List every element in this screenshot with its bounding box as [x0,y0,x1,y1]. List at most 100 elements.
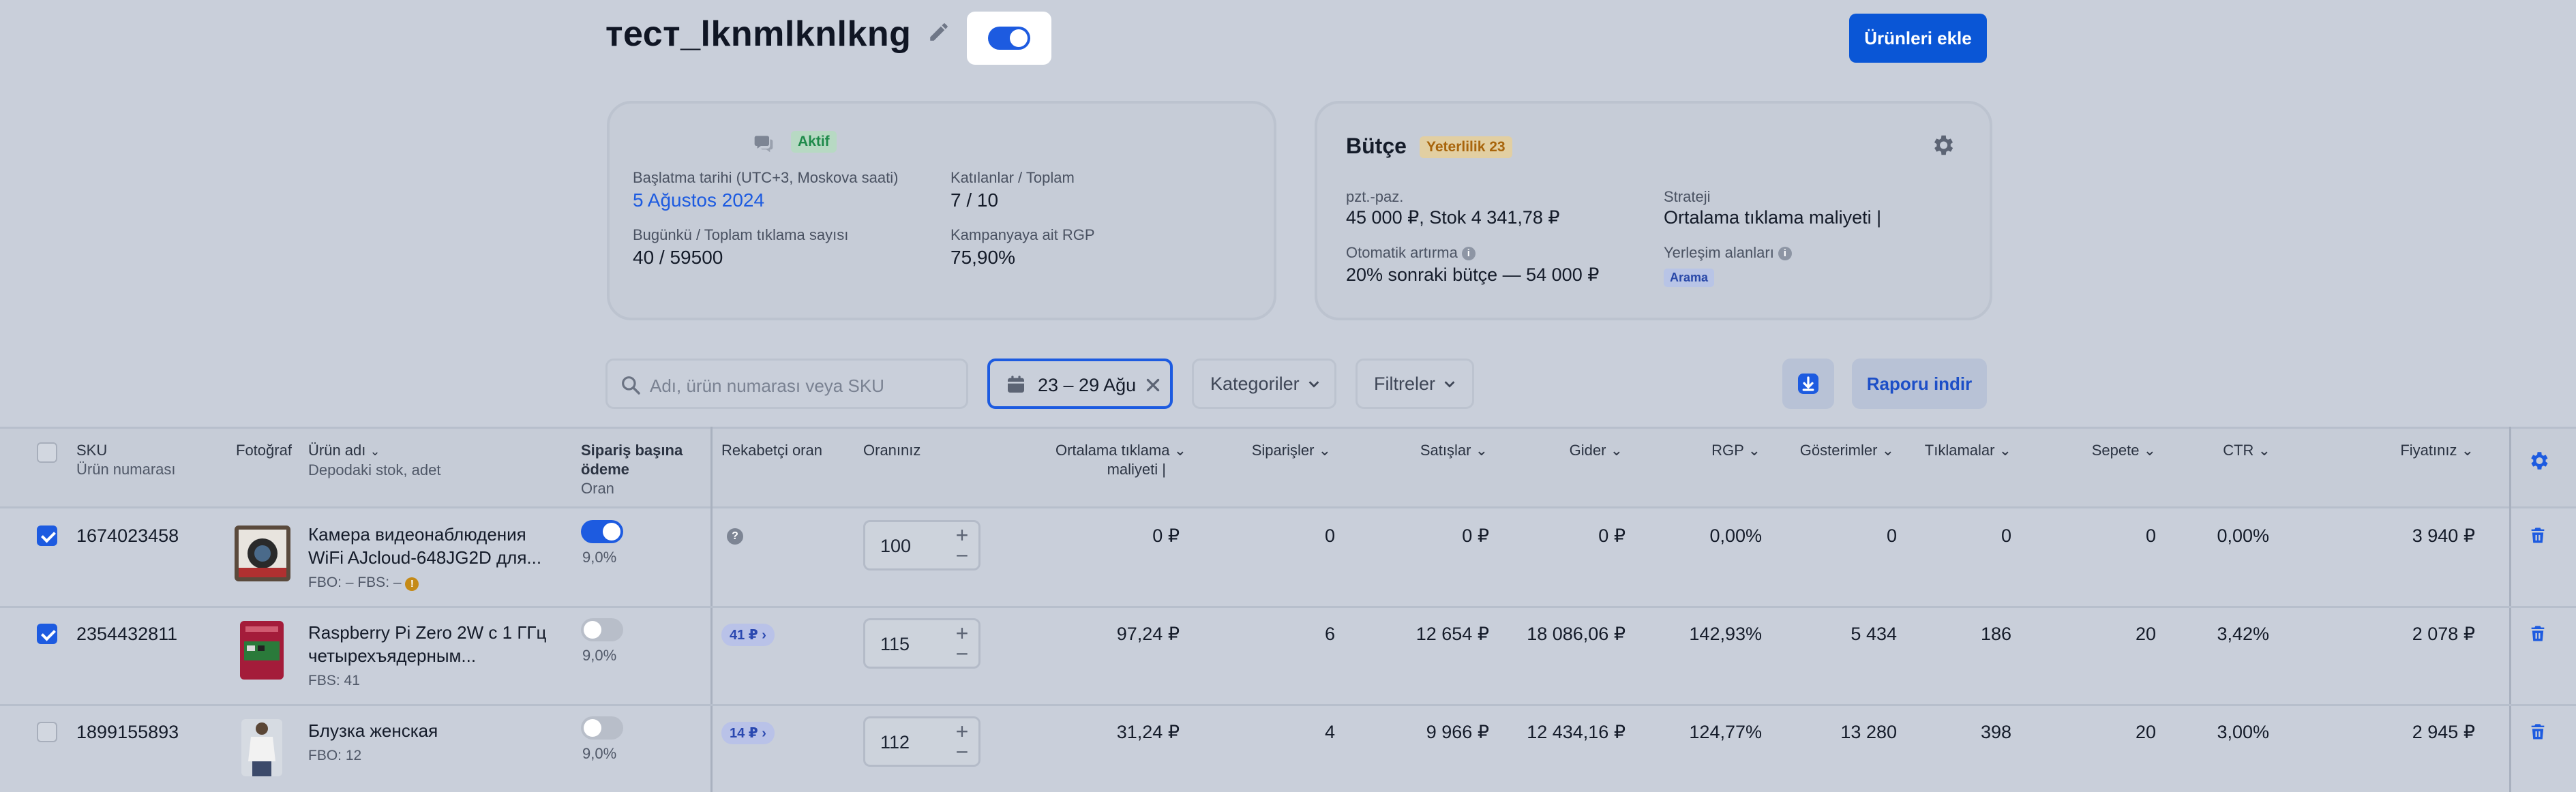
categories-dropdown[interactable]: Kategoriler [1192,359,1336,409]
date-range-picker[interactable]: 23 – 29 Ağu [987,359,1173,409]
pencil-icon[interactable] [927,20,950,44]
download-icon [1798,374,1818,394]
product-thumbnail[interactable] [241,719,282,776]
product-stock: FBO: 12 [308,748,362,763]
cart-value: 20 [2135,624,2156,644]
header-orders[interactable]: Siparişler ⌄ [1214,441,1331,460]
decrement-icon: − [955,543,969,568]
competitor-rate-badge[interactable]: 14 ₽ › [721,722,775,744]
header-product-name[interactable]: Ürün adı ⌄ Depodaki stok, adet [308,441,440,480]
campaign-rgp-label: Kampanyaya ait RGP [950,226,1095,243]
ctr-value: 0,00% [2217,526,2269,546]
impressions-value: 5 434 [1851,624,1897,644]
order-rate-percent: 9,0% [582,549,617,566]
clicks-value: 40 / 59500 [633,247,723,268]
row-checkbox[interactable] [37,624,57,644]
start-date-link[interactable]: 5 Ağustos 2024 [633,189,764,211]
clicks-value: 186 [1980,624,2011,644]
order-payment-toggle[interactable] [581,618,623,641]
header-expenses[interactable]: Gider ⌄ [1500,441,1623,460]
cart-value: 20 [2135,722,2156,742]
participants-label: Katılanlar / Toplam [950,169,1075,186]
trash-icon[interactable] [2528,526,2547,546]
download-report-button[interactable]: Raporu indir [1852,359,1987,409]
rate-stepper[interactable]: 112 + − [863,716,980,767]
row-checkbox[interactable] [37,722,57,742]
table-row: 1899155893 Блузка женская FBO: 12 9,0% 1… [0,707,2576,792]
categories-label: Kategoriler [1210,373,1300,394]
calendar-icon [1008,376,1024,393]
header-sku[interactable]: SKU Ürün numarası [76,441,176,479]
sales-value: 0 ₽ [1462,526,1489,546]
trash-icon[interactable] [2528,722,2547,742]
order-payment-toggle[interactable] [581,520,623,543]
header-order-rate: Sipariş başına ödeme Oran [581,442,683,497]
close-icon[interactable] [1144,376,1162,394]
download-button[interactable] [1782,359,1834,409]
sufficiency-badge: Yeterlilik 23 [1420,136,1512,158]
auto-increase-label: Otomatik artırma i [1346,244,1476,262]
decrement-icon: − [955,641,969,666]
add-products-button[interactable]: Ürünleri ekle [1849,14,1987,63]
campaign-active-toggle[interactable] [988,27,1030,50]
budget-period-label: pzt.-paz. [1346,188,1404,205]
sku-value: 1899155893 [76,722,179,742]
header-price[interactable]: Fiyatınız ⌄ [2305,441,2474,460]
price-value: 2 078 ₽ [2412,624,2475,644]
trash-icon[interactable] [2528,624,2547,644]
product-thumbnail[interactable] [240,621,284,680]
avg-cpc-value: 31,24 ₽ [1116,722,1180,742]
competitor-rate-badge[interactable]: 41 ₽ › [721,624,775,646]
warning-icon[interactable]: ! [405,577,419,591]
row-checkbox[interactable] [37,526,57,546]
header-impressions[interactable]: Gösterimler ⌄ [1780,441,1894,460]
participants-value: 7 / 10 [950,189,999,211]
info-icon[interactable]: i [1461,247,1476,261]
placement-label: Yerleşim alanları i [1664,244,1792,262]
rate-stepper[interactable]: 115 + − [863,618,980,669]
campaign-info-card: Aktif Başlatma tarihi (UTC+3, Moskova sa… [607,101,1276,320]
orders-value: 4 [1324,722,1335,742]
budget-card: Bütçe Yeterlilik 23 pzt.-paz. 45 000 ₽, … [1315,101,1992,320]
header-cart[interactable]: Sepete ⌄ [2052,441,2156,460]
sku-value: 2354432811 [76,624,178,644]
price-value: 2 945 ₽ [2412,722,2475,742]
header-sales[interactable]: Satışlar ⌄ [1364,441,1488,460]
product-name[interactable]: Камера видеонаблюдения WiFi AJcloud-648JG… [308,523,560,569]
increment-icon: + [955,621,969,645]
select-all-checkbox[interactable] [37,442,57,463]
info-icon[interactable]: i [1778,247,1792,261]
search-icon [622,376,640,395]
rgp-value: 0,00% [1709,526,1762,546]
header-clicks[interactable]: Tıklamalar ⌄ [1902,441,2011,460]
ctr-value: 3,00% [2217,722,2269,742]
expenses-value: 12 434,16 ₽ [1527,722,1626,742]
header-your-rate: Oranınız [863,442,921,459]
help-icon[interactable]: ? [727,528,743,545]
decrement-icon: − [955,740,969,764]
search-input[interactable]: Adı, ürün numarası veya SKU [605,359,968,409]
rgp-value: 124,77% [1689,722,1762,742]
table-row: 2354432811 Raspberry Pi Zero 2W с 1 ГГц ч… [0,609,2576,706]
product-thumbnail[interactable] [235,526,290,581]
strategy-label: Strateji [1664,188,1711,205]
gear-icon[interactable] [1930,132,1956,158]
impressions-value: 13 280 [1840,722,1897,742]
header-rgp[interactable]: RGP ⌄ [1664,441,1761,460]
filters-label: Filtreler [1374,373,1436,394]
column-settings-gear-icon[interactable] [2527,449,2550,472]
product-name[interactable]: Блузка женская [308,719,560,742]
order-rate-percent: 9,0% [582,647,617,664]
order-payment-toggle[interactable] [581,716,623,740]
chat-icon [754,136,773,153]
price-value: 3 940 ₽ [2412,526,2475,546]
header-avg-cpc[interactable]: Ortalama tıklama ⌄ maliyeti | [1009,441,1186,479]
expenses-value: 18 086,06 ₽ [1527,624,1626,644]
product-name[interactable]: Raspberry Pi Zero 2W с 1 ГГц четырехъядер… [308,621,560,667]
status-badge: Aktif [791,131,837,153]
header-ctr[interactable]: CTR ⌄ [2182,441,2271,460]
rate-stepper[interactable]: 100 + − [863,520,980,570]
impressions-value: 0 [1886,526,1897,546]
filters-dropdown[interactable]: Filtreler [1356,359,1474,409]
table-row: 1674023458 Камера видеонаблюдения WiFi AJ… [0,511,2576,608]
